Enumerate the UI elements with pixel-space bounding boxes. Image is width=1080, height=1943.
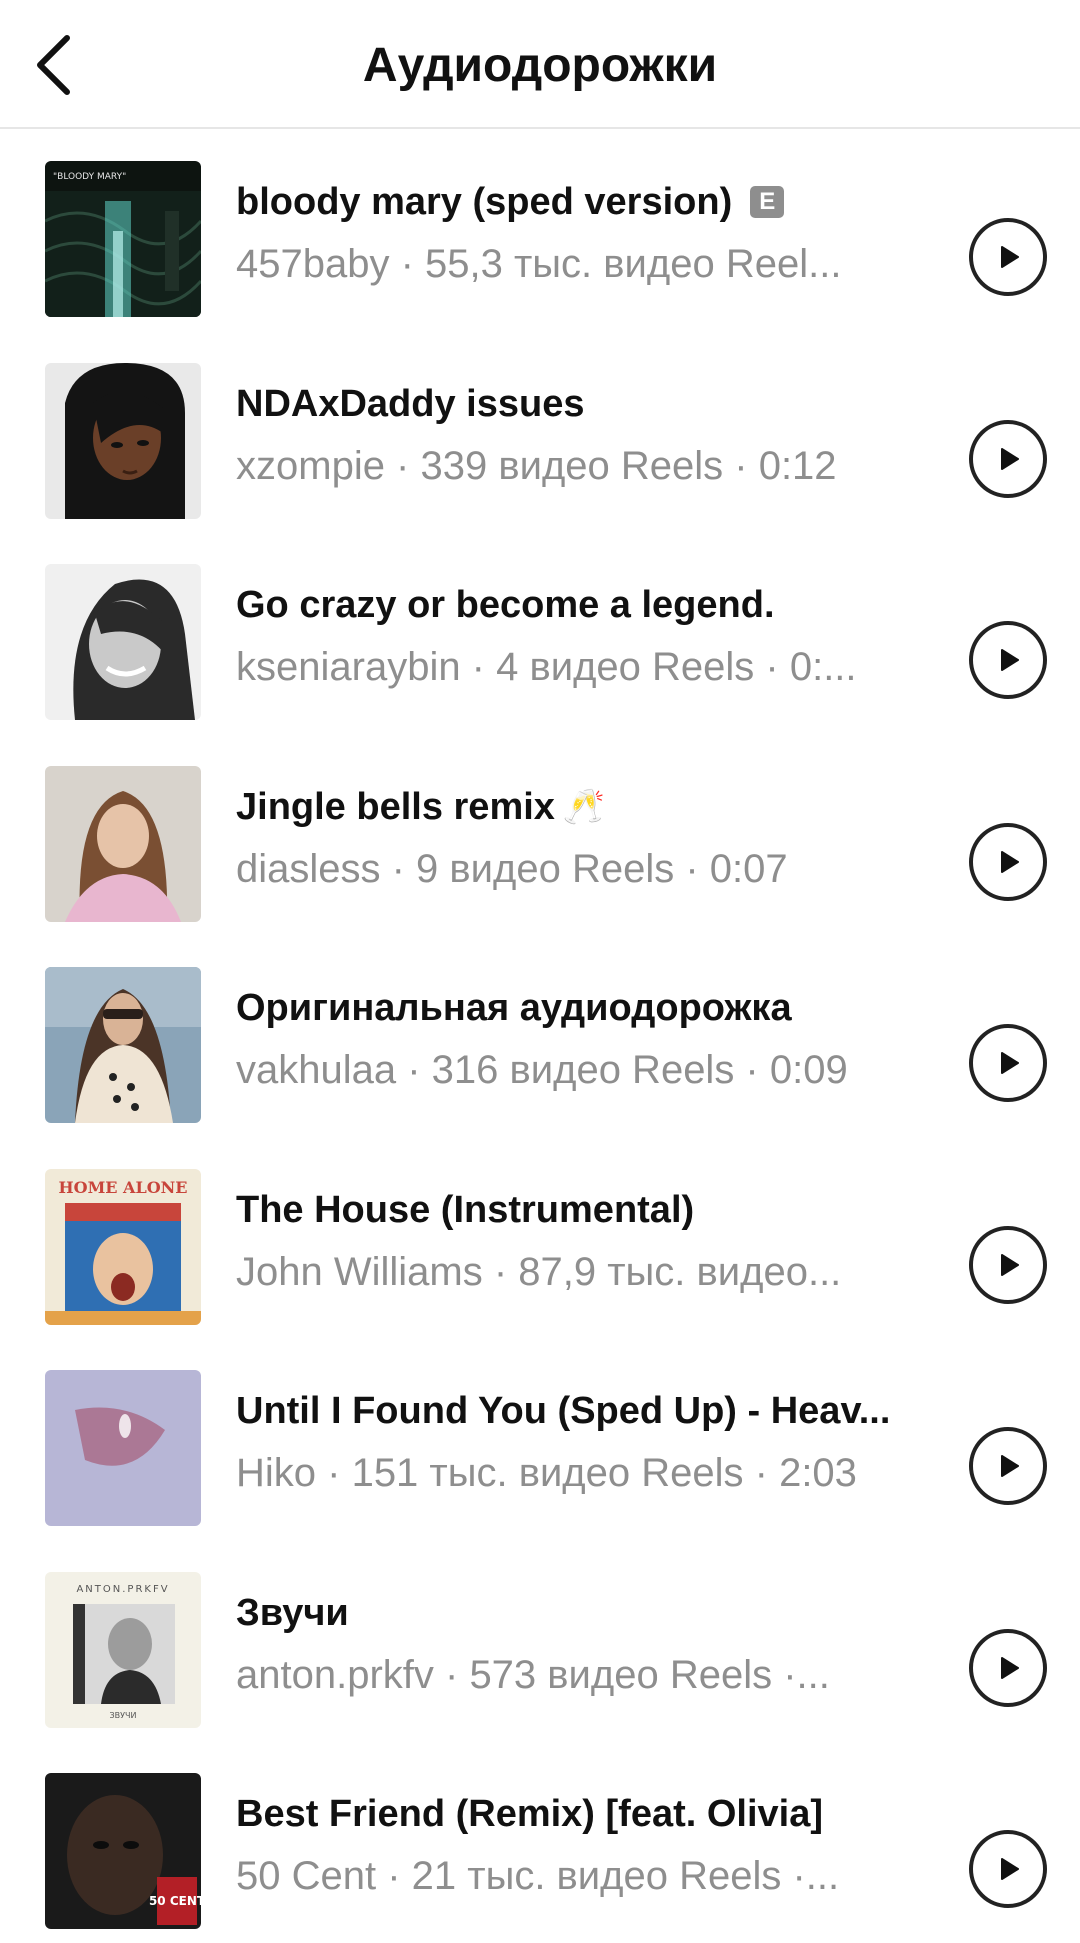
cover-text: HOME ALONE [59, 1178, 188, 1197]
play-icon [1001, 1052, 1019, 1074]
track-row[interactable]: Jingle bells remix 🥂 diasless · 9 видео … [0, 734, 1080, 936]
track-meta: kseniaraybin · 4 видео Reels · 0:... [236, 645, 857, 689]
album-cover: "BLOODY MARY" [45, 161, 201, 317]
cover-subtext: ЗВУЧИ [110, 1711, 137, 1720]
chevron-left-icon [37, 35, 70, 95]
track-title: Звучи [236, 1591, 349, 1634]
track-meta: 50 Cent · 21 тыс. видео Reels ·... [236, 1854, 840, 1898]
back-button[interactable] [18, 30, 88, 100]
play-icon [1001, 850, 1019, 873]
track-row[interactable]: 50 CENT Best Friend (Remix) [feat. Olivi… [0, 1741, 1080, 1943]
track-title: Best Friend (Remix) [feat. Olivia] [236, 1793, 824, 1835]
track-meta: 457baby · 55,3 тыс. видео Reel... [236, 242, 842, 286]
track-row[interactable]: HOME ALONE The House (Instrumental) John… [0, 1137, 1080, 1339]
play-button[interactable] [969, 1628, 1047, 1707]
track-meta: John Williams · 87,9 тыс. видео... [236, 1249, 842, 1294]
track-title: Оригинальная аудиодорожка [236, 987, 792, 1029]
album-cover: ANTON.PRKFV ЗВУЧИ [45, 1571, 201, 1728]
album-cover [45, 765, 201, 922]
track-title: The House (Instrumental) [236, 1188, 695, 1231]
track-row[interactable]: Until I Found You (Sped Up) - Heav... Hi… [0, 1338, 1080, 1540]
play-icon [1001, 1858, 1019, 1880]
track-title: Jingle bells remix 🥂 [236, 781, 926, 833]
play-button[interactable] [969, 1830, 1047, 1908]
champagne-emoji: 🥂 [562, 787, 606, 826]
album-cover: 50 CENT [45, 1773, 201, 1929]
play-icon [1001, 246, 1019, 268]
explicit-badge: E [750, 186, 785, 218]
page-title: Аудиодорожки [362, 39, 718, 92]
play-icon [1001, 1253, 1019, 1276]
track-row[interactable]: "BLOODY MARY" bloody mary (sped version)… [0, 129, 1080, 331]
track-meta: xzompie · 339 видео Reels · 0:12 [236, 443, 837, 488]
track-title: NDAxDaddy issues [236, 382, 585, 425]
cover-text: ANTON.PRKFV [76, 1584, 169, 1595]
album-cover [45, 362, 201, 519]
play-icon [1001, 1656, 1019, 1679]
audio-track-list: "BLOODY MARY" bloody mary (sped version)… [0, 129, 1080, 1943]
track-row[interactable]: Go crazy or become a legend. kseniaraybi… [0, 532, 1080, 734]
track-title: Go crazy or become a legend. [236, 584, 775, 626]
play-icon [1001, 649, 1019, 671]
album-cover [45, 564, 201, 720]
play-button[interactable] [969, 1427, 1047, 1505]
album-cover: HOME ALONE [45, 1168, 201, 1325]
play-button[interactable] [969, 218, 1047, 296]
cover-text: "BLOODY MARY" [53, 172, 126, 182]
track-row[interactable]: NDAxDaddy issues xzompie · 339 видео Ree… [0, 331, 1080, 533]
track-meta: Hiko · 151 тыс. видео Reels · 2:03 [236, 1451, 857, 1495]
track-title: bloody mary (sped version) E [236, 176, 926, 228]
track-meta: vakhulaa · 316 видео Reels · 0:09 [236, 1048, 848, 1092]
album-cover [45, 1370, 201, 1526]
cover-text: 50 CENT [149, 1894, 201, 1908]
play-icon [1001, 447, 1019, 470]
track-row[interactable]: ANTON.PRKFV ЗВУЧИ Звучи anton.prkfv · 57… [0, 1540, 1080, 1742]
track-meta: anton.prkfv · 573 видео Reels ·... [236, 1652, 830, 1697]
track-meta: diasless · 9 видео Reels · 0:07 [236, 846, 788, 891]
track-row[interactable]: Оригинальная аудиодорожка vakhulaa · 316… [0, 935, 1080, 1137]
play-icon [1001, 1455, 1019, 1477]
play-button[interactable] [969, 1024, 1047, 1102]
album-cover [45, 967, 201, 1123]
play-button[interactable] [969, 419, 1047, 498]
top-bar: Аудиодорожки [0, 0, 1080, 129]
play-button[interactable] [969, 1225, 1047, 1304]
track-title: Until I Found You (Sped Up) - Heav... [236, 1390, 891, 1432]
play-button[interactable] [969, 621, 1047, 699]
play-button[interactable] [969, 822, 1047, 901]
